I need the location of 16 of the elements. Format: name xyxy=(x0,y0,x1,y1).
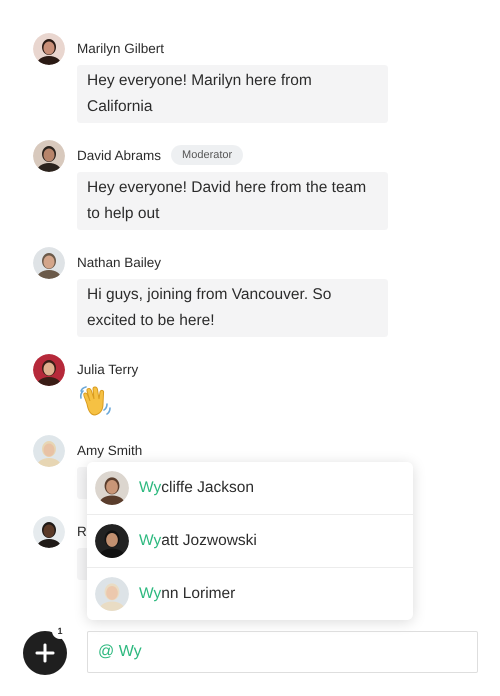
role-badge: Moderator xyxy=(171,145,244,165)
author-name: Julia Terry xyxy=(77,362,138,376)
mention-option[interactable]: Wycliffe Jackson xyxy=(87,462,413,514)
message-bubble: Hey everyone! Marilyn here from California xyxy=(77,65,388,123)
author-name: R xyxy=(77,524,87,538)
plus-icon xyxy=(35,643,55,663)
author-name: Nathan Bailey xyxy=(77,254,162,270)
mention-option[interactable]: Wyatt Jozwowski xyxy=(87,514,413,567)
input-text: @ Wy xyxy=(98,643,142,661)
waving-hand-icon xyxy=(77,384,111,418)
message-bubble: Hi guys, joining from Vancouver. So excited to be here! xyxy=(77,279,388,337)
author-name: Marilyn Gilbert xyxy=(77,40,164,56)
mention-option[interactable]: Wynn Lorimer xyxy=(87,567,413,620)
message-bubble: Hey everyone! David here from the team to help out xyxy=(77,172,388,230)
author-name: Amy Smith xyxy=(77,442,142,458)
author-name: David Abrams xyxy=(77,148,162,162)
